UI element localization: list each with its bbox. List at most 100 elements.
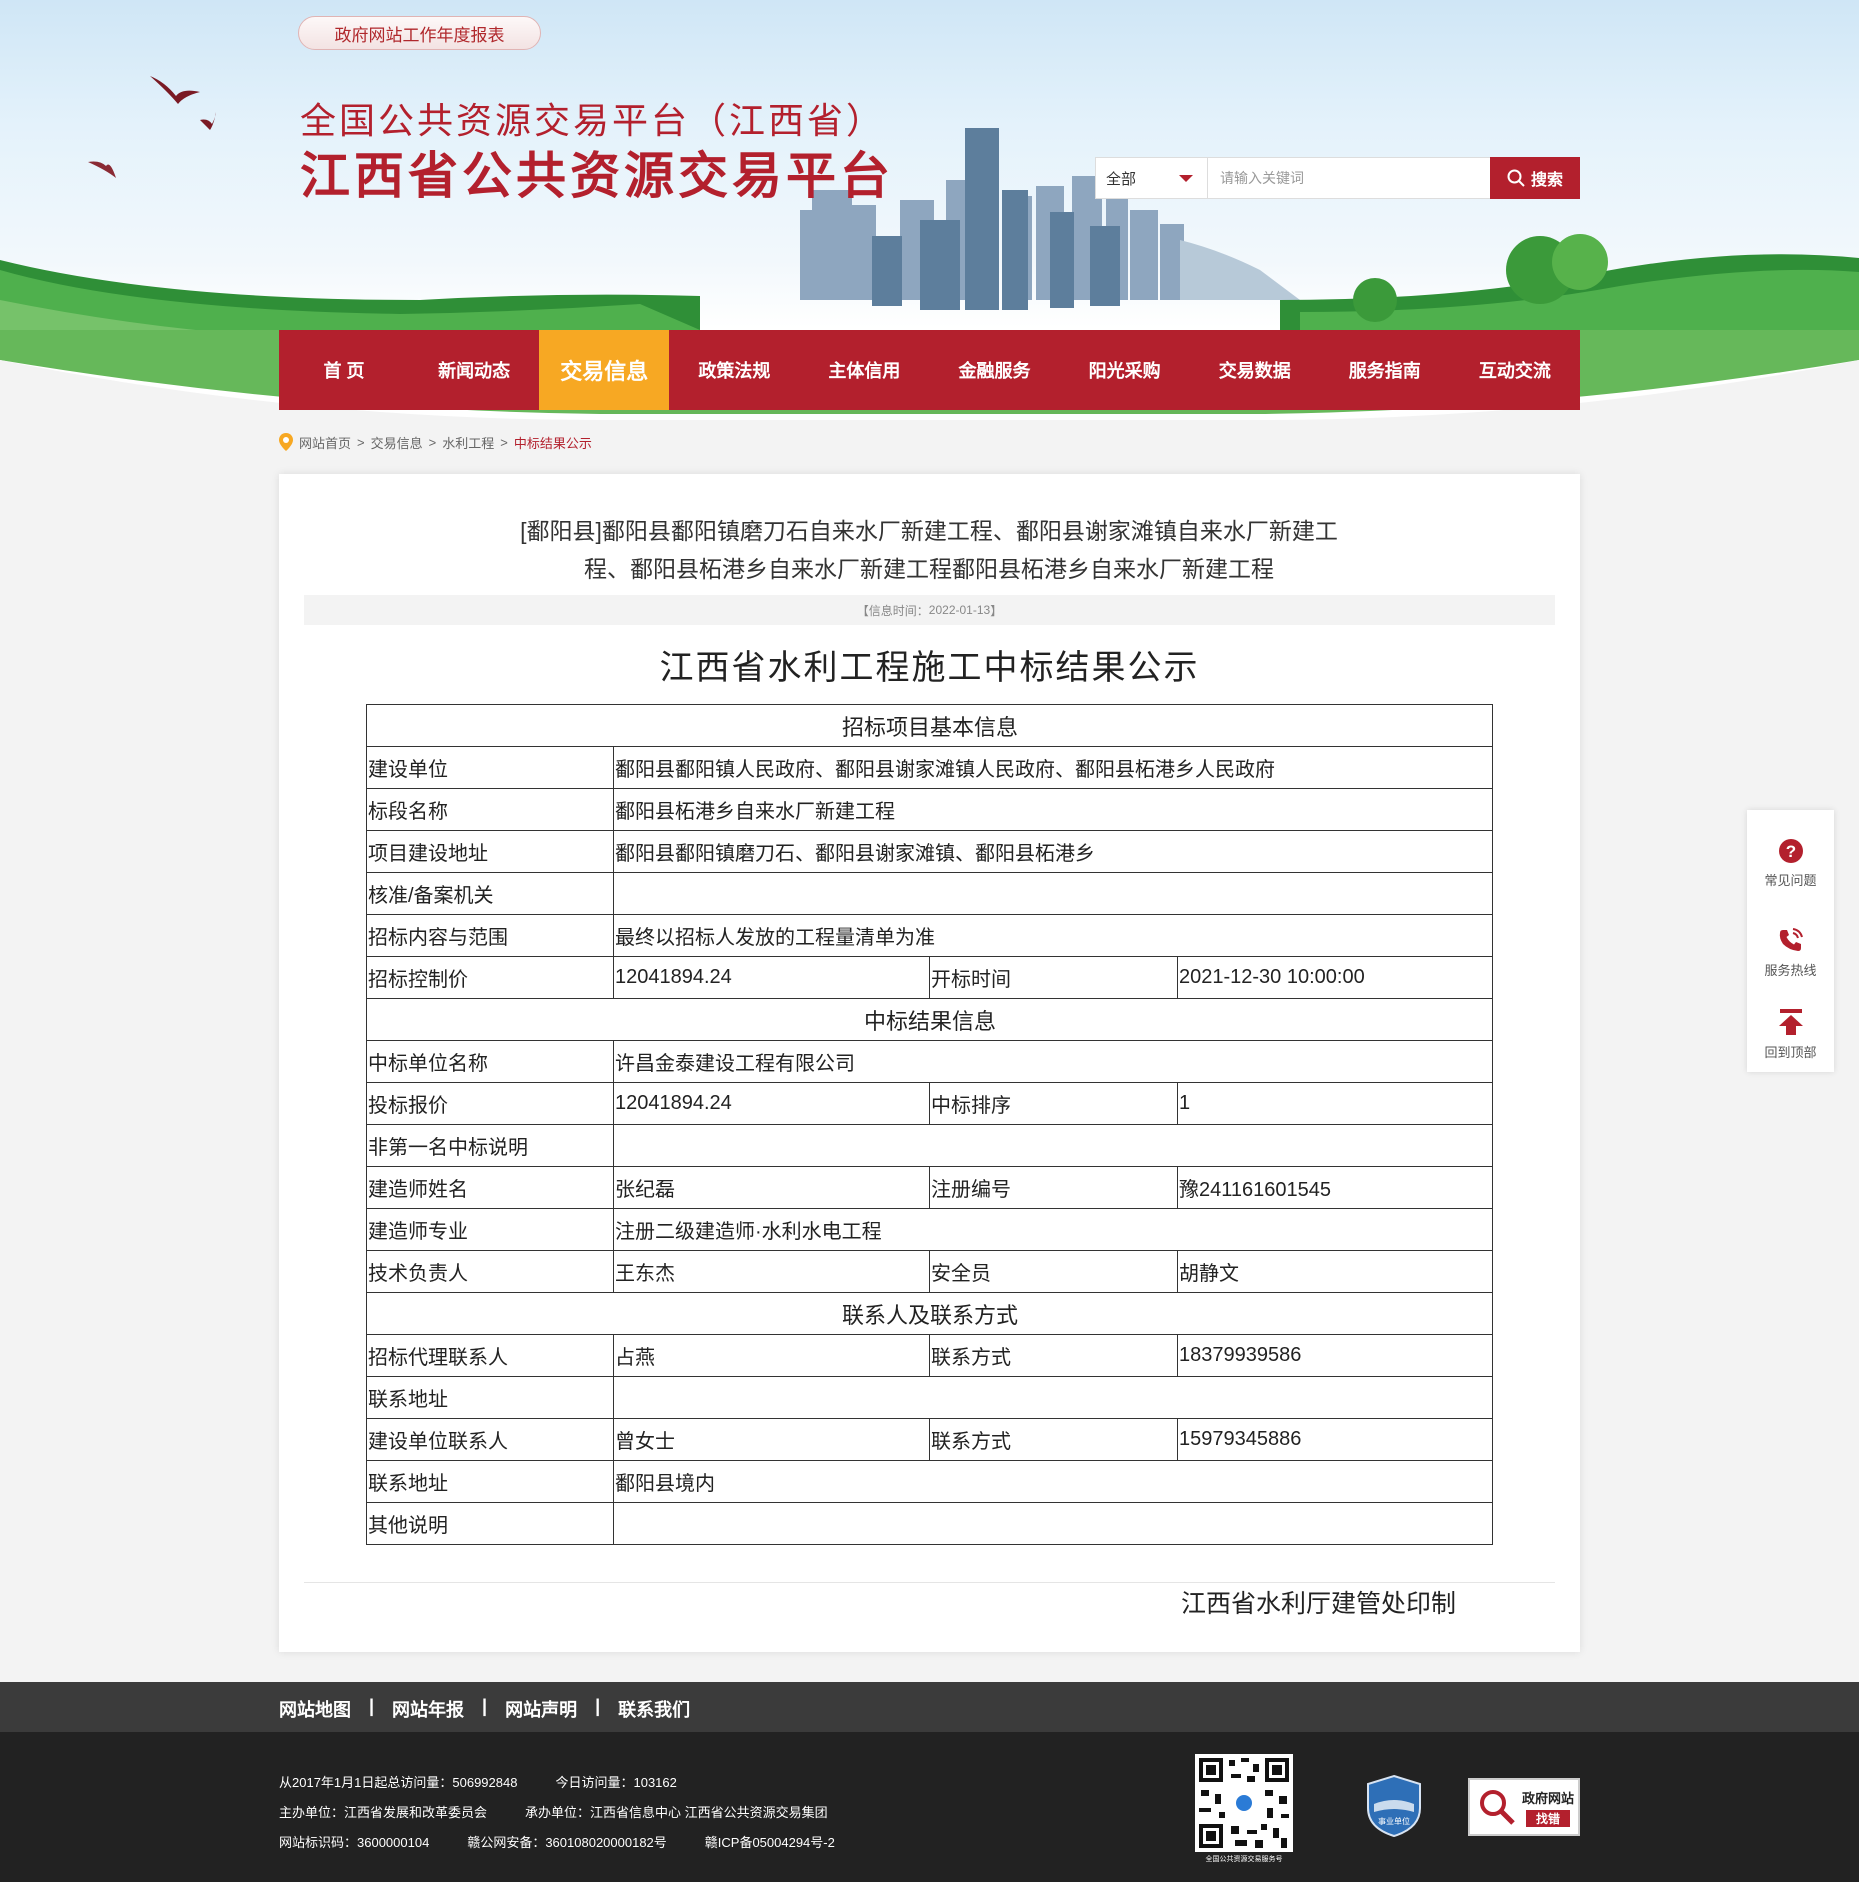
table-row: 联系地址 [366, 1376, 1494, 1419]
cell-value: 1 [1176, 1082, 1494, 1125]
search-icon [1507, 169, 1525, 187]
main-nav: 首 页 新闻动态 交易信息 政策法规 主体信用 金融服务 阳光采购 交易数据 服… [279, 330, 1580, 410]
cell-value: 18379939586 [1176, 1334, 1494, 1377]
hotline-button[interactable]: 服务热线 [1747, 908, 1834, 988]
question-icon: ? [1778, 839, 1803, 863]
nav-item-policy[interactable]: 政策法规 [669, 330, 799, 410]
cell-label: 标段名称 [366, 788, 614, 831]
cell-value: 鄱阳县境内 [612, 1460, 1494, 1503]
nav-item-guide[interactable]: 服务指南 [1320, 330, 1450, 410]
table-row: 联系人及联系方式 [365, 1292, 1494, 1335]
cell-label: 建设单位 [366, 746, 614, 789]
faq-button[interactable]: ? 常见问题 [1747, 820, 1834, 900]
nav-item-finance[interactable]: 金融服务 [929, 330, 1059, 410]
cell-label: 开标时间 [929, 956, 1178, 999]
gov-badge-line2: 找错 [1526, 1809, 1571, 1827]
cell-label: 注册编号 [929, 1166, 1178, 1209]
bid-result-table: 招标项目基本信息 建设单位 鄱阳县鄱阳镇人民政府、鄱阳县谢家滩镇人民政府、鄱阳县… [365, 704, 1494, 1545]
breadcrumb: 网站首页 > 交易信息 > 水利工程 > 中标结果公示 [279, 432, 592, 452]
table-row: 招标代理联系人 占燕 联系方式 18379939586 [366, 1334, 1494, 1377]
cell-label: 建造师姓名 [366, 1166, 614, 1209]
footer-link-contact[interactable]: 联系我们 [618, 1696, 690, 1722]
breadcrumb-trading-info[interactable]: 交易信息 [371, 433, 423, 452]
gov-website-error-report-badge[interactable]: 政府网站 找错 [1468, 1778, 1580, 1836]
host-unit: 主办单位：江西省发展和改革委员会 [279, 1805, 488, 1820]
table-row: 技术负责人 王东杰 安全员 胡静文 [366, 1250, 1494, 1293]
breadcrumb-water-project[interactable]: 水利工程 [442, 433, 494, 452]
table-row: 联系地址 鄱阳县境内 [366, 1460, 1494, 1503]
cell-value: 许昌金泰建设工程有限公司 [612, 1040, 1494, 1083]
search-input[interactable] [1208, 158, 1490, 198]
section-header-contact: 联系人及联系方式 [365, 1292, 1494, 1335]
nav-item-news[interactable]: 新闻动态 [409, 330, 539, 410]
cell-value: 2021-12-30 10:00:00 [1176, 956, 1494, 999]
cell-label: 投标报价 [366, 1082, 614, 1125]
gov-badge-text: 政府网站 找错 [1522, 1788, 1574, 1827]
cell-label: 招标内容与范围 [366, 914, 614, 957]
table-row: 建设单位 鄱阳县鄱阳镇人民政府、鄱阳县谢家滩镇人民政府、鄱阳县柘港乡人民政府 [366, 746, 1494, 789]
cell-value: 胡静文 [1176, 1250, 1494, 1293]
footer-record-line: 网站标识码：3600000104 赣公网安备：360108020000182号 … [279, 1832, 835, 1851]
cell-label: 项目建设地址 [366, 830, 614, 873]
cell-value: 张纪磊 [613, 1166, 930, 1209]
article-panel: [鄱阳县]鄱阳县鄱阳镇磨刀石自来水厂新建工程、鄱阳县谢家滩镇自来水厂新建工程、鄱… [279, 474, 1580, 1652]
table-row: 招标控制价 12041894.24 开标时间 2021-12-30 10:00:… [366, 956, 1494, 999]
table-row: 中标单位名称 许昌金泰建设工程有限公司 [366, 1040, 1494, 1083]
footer-links-bar: 网站地图 | 网站年报 | 网站声明 | 联系我们 [0, 1682, 1859, 1732]
annual-report-button[interactable]: 政府网站工作年度报表 [298, 16, 541, 50]
footer-link-statement[interactable]: 网站声明 [505, 1696, 577, 1722]
nav-item-trading-info[interactable]: 交易信息 [539, 330, 670, 410]
footer-links: 网站地图 | 网站年报 | 网站声明 | 联系我们 [279, 1696, 690, 1722]
table-row: 核准/备案机关 [366, 872, 1494, 915]
section-header-result: 中标结果信息 [365, 998, 1494, 1041]
cell-value: 王东杰 [613, 1250, 930, 1293]
icp-record[interactable]: 赣ICP备05004294号-2 [705, 1832, 835, 1851]
article-title: [鄱阳县]鄱阳县鄱阳镇磨刀石自来水厂新建工程、鄱阳县谢家滩镇自来水厂新建工程、鄱… [520, 518, 1338, 582]
footer-link-annual-report[interactable]: 网站年报 [392, 1696, 464, 1722]
search-box: 全部 搜索 [1095, 157, 1580, 199]
table-row: 投标报价 12041894.24 中标排序 1 [366, 1082, 1494, 1125]
cell-label: 其他说明 [366, 1502, 614, 1545]
table-row: 非第一名中标说明 [366, 1124, 1494, 1167]
nav-item-interaction[interactable]: 互动交流 [1450, 330, 1580, 410]
public-institution-badge[interactable]: 事业单位 [1366, 1774, 1422, 1838]
table-row: 建造师专业 注册二级建造师·水利水电工程 [366, 1208, 1494, 1251]
breadcrumb-separator: > [357, 434, 365, 450]
cell-value: 曾女士 [613, 1418, 930, 1461]
police-record[interactable]: 赣公网安备：360108020000182号 [467, 1832, 666, 1851]
footer-visits-line: 从2017年1月1日起总访问量：506992848 今日访问量：103162 [279, 1772, 677, 1791]
cell-label: 联系方式 [929, 1334, 1178, 1377]
cell-value [612, 1502, 1494, 1545]
footer-link-sitemap[interactable]: 网站地图 [279, 1696, 351, 1722]
cell-label: 核准/备案机关 [366, 872, 614, 915]
cell-value: 鄱阳县鄱阳镇人民政府、鄱阳县谢家滩镇人民政府、鄱阳县柘港乡人民政府 [612, 746, 1494, 789]
back-to-top-button[interactable]: 回到顶部 [1747, 990, 1834, 1070]
cell-value: 12041894.24 [613, 1082, 930, 1125]
svg-text:?: ? [1785, 842, 1795, 861]
info-time-bar: 【信息时间： 2022-01-13 】 [304, 595, 1555, 625]
nav-item-credit[interactable]: 主体信用 [799, 330, 929, 410]
search-category-select[interactable]: 全部 [1096, 158, 1208, 198]
arrow-up-icon [1778, 1009, 1803, 1035]
breadcrumb-home[interactable]: 网站首页 [299, 433, 351, 452]
breadcrumb-separator: > [500, 434, 508, 450]
cell-label: 安全员 [929, 1250, 1178, 1293]
table-row: 其他说明 [366, 1502, 1494, 1545]
table-row: 项目建设地址 鄱阳县鄱阳镇磨刀石、鄱阳县谢家滩镇、鄱阳县柘港乡 [366, 830, 1494, 873]
table-row: 建设单位联系人 曾女士 联系方式 15979345886 [366, 1418, 1494, 1461]
site-title-jiangxi: 江西省公共资源交易平台 [300, 148, 894, 204]
table-row: 中标结果信息 [365, 998, 1494, 1041]
nav-item-home[interactable]: 首 页 [279, 330, 409, 410]
qr-code-image [1195, 1754, 1293, 1852]
cell-value: 12041894.24 [613, 956, 930, 999]
back-to-top-label: 回到顶部 [1764, 1045, 1817, 1060]
search-button[interactable]: 搜索 [1490, 157, 1580, 199]
hotline-label: 服务热线 [1764, 963, 1817, 978]
faq-label: 常见问题 [1764, 873, 1817, 888]
nav-item-procurement[interactable]: 阳光采购 [1060, 330, 1190, 410]
cell-value: 鄱阳县柘港乡自来水厂新建工程 [612, 788, 1494, 831]
gov-badge-line1: 政府网站 [1522, 1790, 1575, 1806]
visits-today: 今日访问量：103162 [555, 1775, 677, 1790]
nav-item-data[interactable]: 交易数据 [1190, 330, 1320, 410]
cell-label: 中标排序 [929, 1082, 1178, 1125]
